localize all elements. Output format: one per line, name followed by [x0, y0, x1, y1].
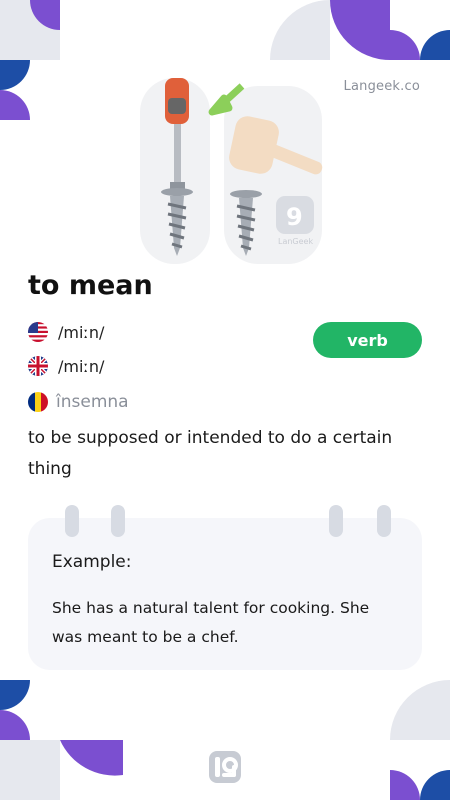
bottom-left-decoration	[0, 680, 123, 800]
definition-text: to be supposed or intended to do a certa…	[28, 428, 393, 479]
example-label: Example:	[52, 552, 132, 572]
screwdriver-hammer-screw-icon: 9 LanGeek	[140, 78, 323, 264]
bottom-right-decoration	[390, 680, 450, 800]
translation-row: însemna	[28, 392, 129, 412]
svg-text:9: 9	[286, 203, 303, 231]
word-title: to mean	[28, 270, 153, 301]
langeek-logo-icon	[209, 751, 241, 783]
binder-ring	[65, 505, 79, 537]
left-decoration	[0, 60, 30, 120]
us-flag-icon	[28, 322, 48, 342]
example-card: Example: She has a natural talent for co…	[28, 518, 422, 670]
example-text: She has a natural talent for cooking. Sh…	[52, 599, 370, 646]
binder-ring	[111, 505, 125, 537]
romania-flag-icon	[28, 392, 48, 412]
uk-flag-icon	[28, 356, 48, 376]
pronunciation-us[interactable]: /miːn/	[28, 322, 104, 342]
binder-ring	[329, 505, 343, 537]
brand-name: Langeek.co	[343, 79, 420, 94]
ipa-uk: /miːn/	[58, 356, 105, 376]
svg-text:LanGeek: LanGeek	[278, 237, 313, 246]
binder-ring	[377, 505, 391, 537]
top-decoration	[0, 0, 450, 60]
translation-text: însemna	[56, 392, 129, 412]
ipa-us: /miːn/	[58, 322, 105, 342]
part-of-speech-badge[interactable]: verb	[313, 322, 422, 358]
pronunciation-uk[interactable]: /miːn/	[28, 356, 104, 376]
